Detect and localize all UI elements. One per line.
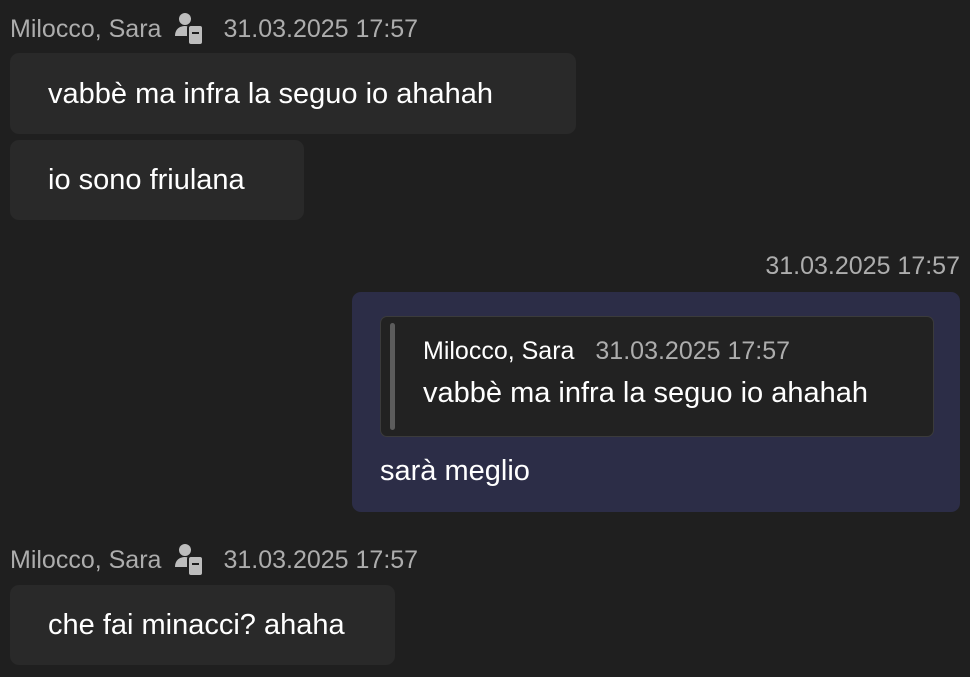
quote-header: Milocco, Sara 31.03.2025 17:57 [423,337,790,366]
message-bubble[interactable]: io sono friulana [10,140,304,220]
message-timestamp: 31.03.2025 17:57 [223,545,419,574]
message-text: sarà meglio [380,455,530,487]
message-text: che fai minacci? ahaha [48,609,345,641]
message-bubble[interactable]: vabbè ma infra la seguo io ahahah [10,53,576,134]
quote-bar [390,323,395,430]
quote-text: vabbè ma infra la seguo io ahahah [423,377,868,409]
sender-name[interactable]: Milocco, Sara [10,15,161,44]
message-text: io sono friulana [48,164,245,196]
external-user-icon [175,544,205,577]
outgoing-message-bubble[interactable]: Milocco, Sara 31.03.2025 17:57 vabbè ma … [352,292,960,512]
quote-sender: Milocco, Sara [423,337,575,365]
external-user-icon [175,13,205,46]
message-timestamp: 31.03.2025 17:57 [223,14,419,43]
sender-name[interactable]: Milocco, Sara [10,546,161,575]
message-bubble[interactable]: che fai minacci? ahaha [10,585,395,665]
message-header: Milocco, Sara 31.03.2025 17:57 [10,543,418,577]
quote-timestamp: 31.03.2025 17:57 [595,337,791,365]
message-header: Milocco, Sara 31.03.2025 17:57 [10,12,418,46]
quoted-message[interactable]: Milocco, Sara 31.03.2025 17:57 vabbè ma … [380,316,934,437]
message-timestamp: 31.03.2025 17:57 [765,252,960,280]
message-text: vabbè ma infra la seguo io ahahah [48,77,493,110]
